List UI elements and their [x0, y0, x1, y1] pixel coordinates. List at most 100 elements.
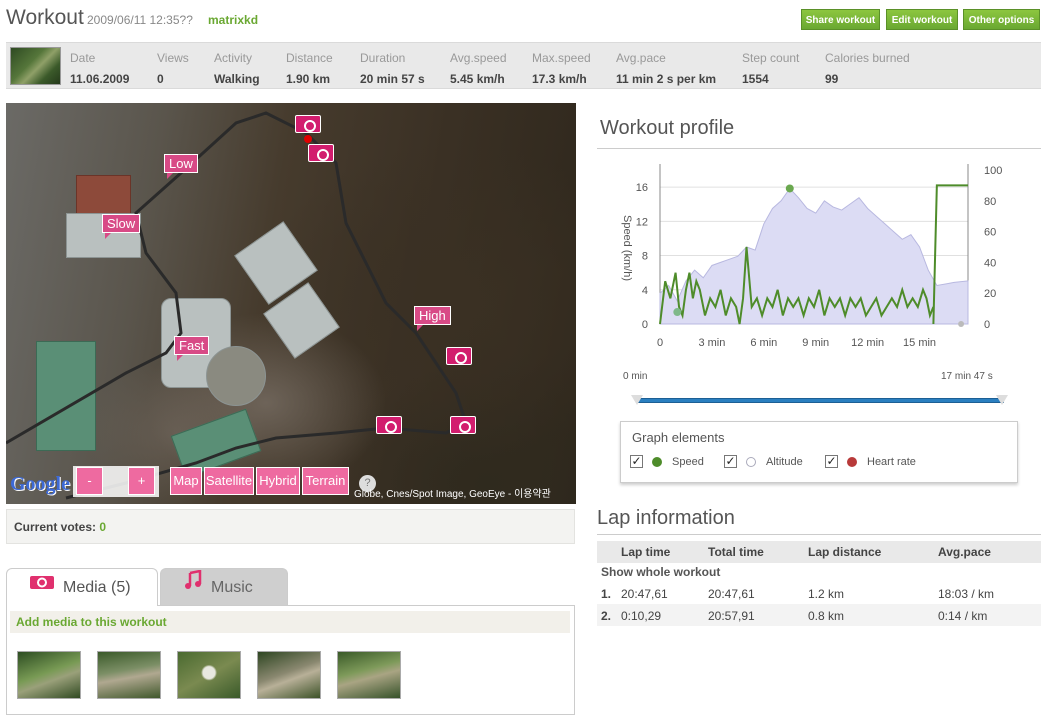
lap-information-title: Lap information: [597, 507, 735, 529]
username-link[interactable]: matrixkd: [208, 13, 258, 27]
route-line: [6, 111, 468, 500]
marker-fast[interactable]: Fast: [174, 336, 210, 361]
current-votes: Current votes: 0: [6, 509, 575, 544]
stat-activity: Activity Walking: [214, 51, 260, 86]
workout-stats-bar: Date 11.06.2009 Views 0 Activity Walking Di…: [6, 42, 1041, 89]
y2-tick-label: 0: [984, 319, 990, 331]
workout-datetime: 2009/06/11 12:35??: [87, 13, 193, 27]
graph-elements-title: Graph elements: [632, 430, 725, 445]
votes-count: 0: [99, 520, 107, 534]
camera-icon[interactable]: [308, 144, 334, 162]
media-photo[interactable]: [97, 651, 161, 699]
map-type-terrain[interactable]: Terrain: [302, 467, 349, 495]
y2-tick-label: 60: [984, 227, 996, 239]
camera-icon[interactable]: [295, 115, 321, 133]
x-tick-label: 0: [657, 337, 663, 349]
stat-step-count: Step count 1554: [742, 51, 800, 86]
range-start-label: 0 min: [623, 371, 648, 382]
y-tick-label: 16: [636, 182, 648, 194]
y-axis-label: Speed (km/h): [621, 215, 633, 281]
marker-slow[interactable]: Slow: [102, 214, 141, 239]
col-lap-time: Lap time: [621, 545, 671, 559]
y-tick-label: 0: [642, 319, 648, 331]
altitude-legend-label: Altitude: [766, 456, 803, 468]
speed-legend-label: Speed: [672, 456, 704, 468]
x-tick-label: 6 min: [750, 337, 777, 349]
stat-avg-pace: Avg.pace 11 min 2 s per km: [616, 51, 717, 86]
table-row[interactable]: 1. 20:47,61 20:47,61 1.2 km 18:03 / km: [597, 582, 1041, 604]
y2-tick-label: 20: [984, 288, 996, 300]
heart-rate-checkbox[interactable]: ✓: [825, 455, 838, 468]
stat-duration: Duration 20 min 57 s: [360, 51, 425, 86]
stat-max-speed: Max.speed 17.3 km/h: [532, 51, 591, 86]
tab-music[interactable]: Music: [160, 568, 288, 606]
x-tick-label: 9 min: [802, 337, 829, 349]
max-altitude-point: [785, 184, 794, 193]
stat-date: Date 11.06.2009: [70, 51, 130, 86]
x-tick-label: 15 min: [903, 337, 936, 349]
stat-views: Views 0: [157, 51, 189, 86]
zoom-in-button[interactable]: +: [128, 467, 155, 495]
col-total-time: Total time: [708, 545, 764, 559]
camera-icon[interactable]: [376, 416, 402, 434]
divider: [597, 148, 1041, 149]
stat-avg-speed: Avg.speed 5.45 km/h: [450, 51, 507, 86]
range-end-label: 17 min 47 s: [941, 371, 993, 382]
share-workout-button[interactable]: Share workout: [801, 9, 880, 30]
altitude-checkbox[interactable]: ✓: [724, 455, 737, 468]
col-avg-pace: Avg.pace: [938, 545, 991, 559]
google-logo: Google: [10, 473, 70, 495]
page-title: Workout: [6, 6, 84, 29]
col-lap-distance: Lap distance: [808, 545, 882, 559]
lap-table-header: Lap time Total time Lap distance Avg.pac…: [597, 541, 1041, 563]
media-photo[interactable]: [17, 651, 81, 699]
marker-low[interactable]: Low: [164, 154, 198, 179]
tab-music-label: Music: [211, 579, 253, 596]
speed-legend-dot: [652, 457, 662, 467]
end-point: [958, 321, 965, 327]
zoom-out-button[interactable]: -: [76, 467, 103, 495]
media-photo[interactable]: [257, 651, 321, 699]
heart-rate-legend-dot: [847, 457, 857, 467]
other-options-button[interactable]: Other options: [963, 9, 1040, 30]
stat-distance: Distance 1.90 km: [286, 51, 333, 86]
marker-high[interactable]: High: [414, 306, 451, 331]
tab-media-label: Media (5): [63, 579, 131, 596]
stat-calories: Calories burned 99: [825, 51, 910, 86]
map-type-satellite[interactable]: Satellite: [204, 467, 254, 495]
x-tick-label: 12 min: [851, 337, 884, 349]
workout-profile-chart[interactable]: 0 4 8 12 16 0 20 40 60 80 100 0 3 min 6 min 9 min 12 mi…: [610, 158, 1030, 373]
time-range-slider[interactable]: [636, 398, 1004, 403]
edit-workout-button[interactable]: Edit workout: [886, 9, 958, 30]
map-type-hybrid[interactable]: Hybrid: [256, 467, 300, 495]
y-tick-label: 12: [636, 216, 648, 228]
map-type-map[interactable]: Map: [170, 467, 202, 495]
speed-checkbox[interactable]: ✓: [630, 455, 643, 468]
map-copyright: Globe, Cnes/Spot Image, GeoEye - 이용약관: [354, 489, 551, 500]
divider: [597, 534, 1041, 535]
altitude-legend-dot: [746, 457, 756, 467]
y2-tick-label: 40: [984, 257, 996, 269]
show-whole-workout-link[interactable]: Show whole workout: [601, 565, 720, 579]
workout-profile-title: Workout profile: [600, 117, 735, 139]
range-start-handle[interactable]: [631, 395, 643, 405]
y-tick-label: 8: [642, 251, 648, 263]
camera-icon: [29, 567, 55, 605]
y2-tick-label: 100: [984, 165, 1002, 177]
tab-media[interactable]: Media (5): [6, 568, 158, 606]
range-end-handle[interactable]: [996, 395, 1008, 405]
y2-tick-label: 80: [984, 196, 996, 208]
x-tick-label: 3 min: [698, 337, 725, 349]
votes-label: Current votes:: [14, 520, 97, 534]
y-tick-label: 4: [642, 285, 648, 297]
media-photo[interactable]: [177, 651, 241, 699]
add-media-link[interactable]: Add media to this workout: [10, 611, 570, 633]
camera-icon[interactable]: [446, 347, 472, 365]
route-map[interactable]: Low Slow High Fast: [6, 103, 576, 504]
min-point: [673, 308, 682, 317]
media-photo[interactable]: [337, 651, 401, 699]
heart-rate-legend-label: Heart rate: [867, 456, 916, 468]
camera-icon[interactable]: [450, 416, 476, 434]
workout-thumbnail: [10, 47, 61, 85]
table-row[interactable]: 2. 0:10,29 20:57,91 0.8 km 0:14 / km: [597, 604, 1041, 626]
